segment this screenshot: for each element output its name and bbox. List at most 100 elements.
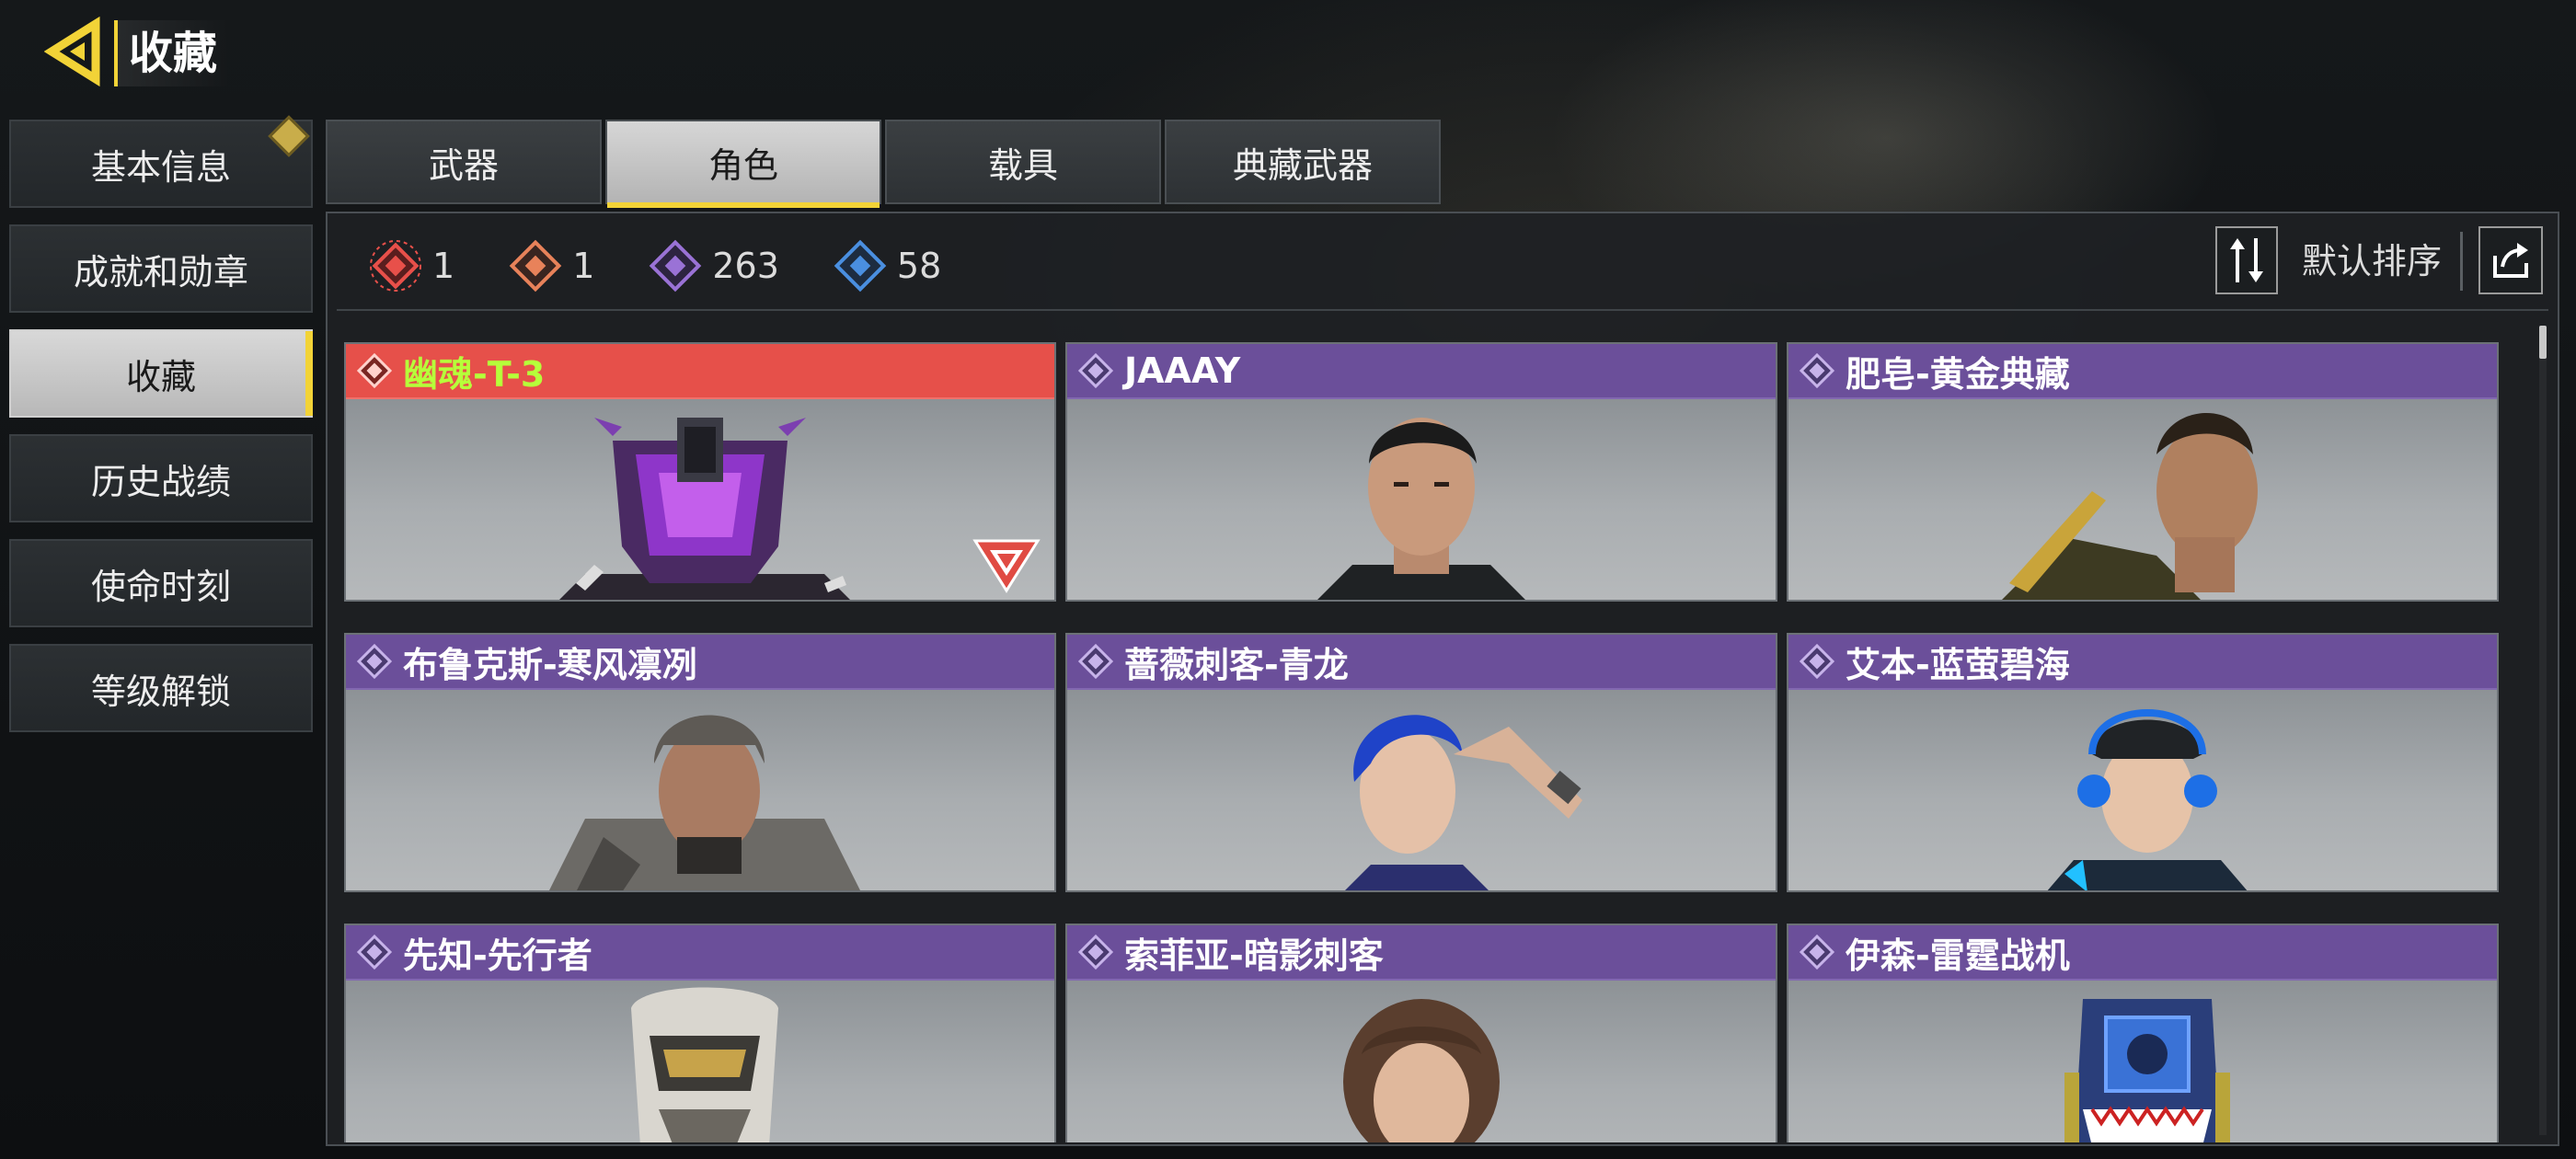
- male-soldier-portrait: [1317, 418, 1525, 600]
- character-card[interactable]: 艾本-蓝萤碧海: [1787, 633, 2499, 892]
- tab-vehicles[interactable]: 载具: [885, 120, 1161, 204]
- stat-count: 1: [432, 246, 455, 286]
- tab-characters[interactable]: 角色: [605, 120, 881, 208]
- card-header: 肥皂-黄金典藏: [1788, 344, 2497, 399]
- nav-item-label: 等级解锁: [90, 671, 231, 712]
- epic-rarity-icon: [1077, 352, 1114, 389]
- winter-soldier-portrait: [549, 715, 860, 890]
- card-header: 伊森-雷霆战机: [1788, 925, 2497, 981]
- new-badge-icon: [268, 115, 310, 157]
- nav-item-collection[interactable]: 收藏: [9, 329, 313, 418]
- character-portrait: [1788, 981, 2497, 1142]
- card-header: 布鲁克斯-寒风凛冽: [346, 635, 1054, 690]
- nav-item-label: 使命时刻: [90, 566, 231, 607]
- back-arrow-icon: [43, 16, 100, 87]
- back-button[interactable]: [43, 16, 114, 87]
- tab-label: 武器: [428, 144, 499, 186]
- epic-rarity-icon: [356, 934, 393, 970]
- tab-label: 载具: [987, 144, 1058, 186]
- tab-weapons[interactable]: 武器: [326, 120, 602, 204]
- stat-legendary: 1: [508, 238, 594, 293]
- stat-rare: 58: [833, 238, 941, 293]
- tab-collector-weapons[interactable]: 典藏武器: [1165, 120, 1441, 204]
- tab-label: 典藏武器: [1232, 144, 1373, 186]
- legendary-rarity-icon: [509, 239, 562, 293]
- character-portrait: [1788, 399, 2497, 600]
- headset-girl-portrait: [2047, 709, 2248, 890]
- scrollbar-thumb[interactable]: [2539, 326, 2547, 359]
- side-nav: 基本信息 成就和勋章 收藏 历史战绩 使命时刻 等级解锁: [9, 115, 313, 749]
- shark-helmet-portrait: [2064, 999, 2230, 1142]
- page-title: 收藏: [129, 28, 218, 79]
- nav-item-level-unlocks[interactable]: 等级解锁: [9, 644, 313, 732]
- epic-rarity-icon: [356, 643, 393, 680]
- character-name: 肥皂-黄金典藏: [1846, 353, 2070, 395]
- stat-count: 58: [896, 246, 942, 286]
- card-header: 艾本-蓝萤碧海: [1788, 635, 2497, 690]
- sort-mode-label[interactable]: 默认排序: [2302, 234, 2442, 289]
- character-card[interactable]: 幽魂-T-3: [344, 342, 1056, 602]
- nav-item-label: 成就和勋章: [73, 251, 248, 293]
- nav-item-basic-info[interactable]: 基本信息: [9, 115, 313, 208]
- card-header: 先知-先行者: [346, 925, 1054, 981]
- curly-hair-woman-portrait: [1343, 999, 1500, 1142]
- nav-item-mission-moments[interactable]: 使命时刻: [9, 539, 313, 627]
- rare-rarity-icon: [834, 239, 887, 293]
- card-header: 索菲亚-暗影刺客: [1067, 925, 1776, 981]
- character-card[interactable]: 蔷薇刺客-青龙: [1065, 633, 1777, 892]
- mythic-rarity-icon: [356, 352, 393, 389]
- stat-count: 263: [712, 246, 779, 286]
- character-card[interactable]: 索菲亚-暗影刺客: [1065, 924, 1777, 1142]
- character-portrait: [346, 690, 1054, 890]
- epic-rarity-icon: [1077, 643, 1114, 680]
- character-portrait: [346, 981, 1054, 1142]
- character-name: 索菲亚-暗影刺客: [1124, 935, 1384, 976]
- character-name: 蔷薇刺客-青龙: [1124, 644, 1349, 685]
- toolbar-divider: [2460, 232, 2463, 291]
- epic-rarity-icon: [650, 239, 702, 293]
- gold-soldier-portrait: [2002, 413, 2258, 600]
- share-button[interactable]: [2478, 226, 2543, 294]
- character-card[interactable]: 肥皂-黄金典藏: [1787, 342, 2499, 602]
- epic-rarity-icon: [1799, 934, 1835, 970]
- category-tabs: 武器 角色 载具 典藏武器: [326, 120, 1444, 208]
- sort-arrows-icon: [2230, 238, 2263, 282]
- character-card[interactable]: 布鲁克斯-寒风凛冽: [344, 633, 1056, 892]
- armored-prophet-portrait: [631, 987, 778, 1142]
- character-name: 幽魂-T-3: [403, 353, 546, 395]
- stat-mythic: 1: [368, 238, 454, 293]
- epic-rarity-icon: [1077, 934, 1114, 970]
- mythic-rarity-icon: [370, 240, 421, 292]
- card-header: 蔷薇刺客-青龙: [1067, 635, 1776, 690]
- character-name: JAAAY: [1124, 350, 1241, 391]
- stat-epic: 263: [648, 238, 779, 293]
- nav-item-match-history[interactable]: 历史战绩: [9, 434, 313, 522]
- character-card[interactable]: JAAAY: [1065, 342, 1777, 602]
- page-title-container: 收藏: [114, 20, 231, 86]
- share-icon: [2493, 243, 2528, 278]
- character-card[interactable]: 伊森-雷霆战机: [1787, 924, 2499, 1142]
- character-card[interactable]: 先知-先行者: [344, 924, 1056, 1142]
- nav-item-label: 基本信息: [90, 146, 231, 188]
- epic-rarity-icon: [1799, 643, 1835, 680]
- panel-divider: [337, 309, 2548, 311]
- character-name: 先知-先行者: [403, 935, 592, 976]
- character-name: 艾本-蓝萤碧海: [1846, 644, 2070, 685]
- stat-count: 1: [572, 246, 595, 286]
- nav-item-label: 历史战绩: [90, 461, 231, 502]
- mythic-badge-icon: [972, 539, 1041, 593]
- nav-item-label: 收藏: [125, 356, 196, 397]
- character-name: 布鲁克斯-寒风凛冽: [403, 644, 697, 685]
- epic-rarity-icon: [1799, 352, 1835, 389]
- collection-panel: 1 1 263 58 默认排序 幽魂-T-3 JAAAY 肥皂-黄金典藏 布鲁克…: [326, 212, 2559, 1146]
- card-header: JAAAY: [1067, 344, 1776, 399]
- character-portrait: [1067, 690, 1776, 890]
- nav-item-achievements[interactable]: 成就和勋章: [9, 224, 313, 313]
- character-portrait: [1067, 981, 1776, 1142]
- grid-scrollbar[interactable]: [2539, 326, 2547, 1135]
- sort-toggle-button[interactable]: [2215, 226, 2278, 294]
- blue-hair-assassin-portrait: [1345, 715, 1582, 890]
- character-portrait: [346, 399, 1054, 600]
- character-portrait: [1067, 399, 1776, 600]
- character-portrait: [1788, 690, 2497, 890]
